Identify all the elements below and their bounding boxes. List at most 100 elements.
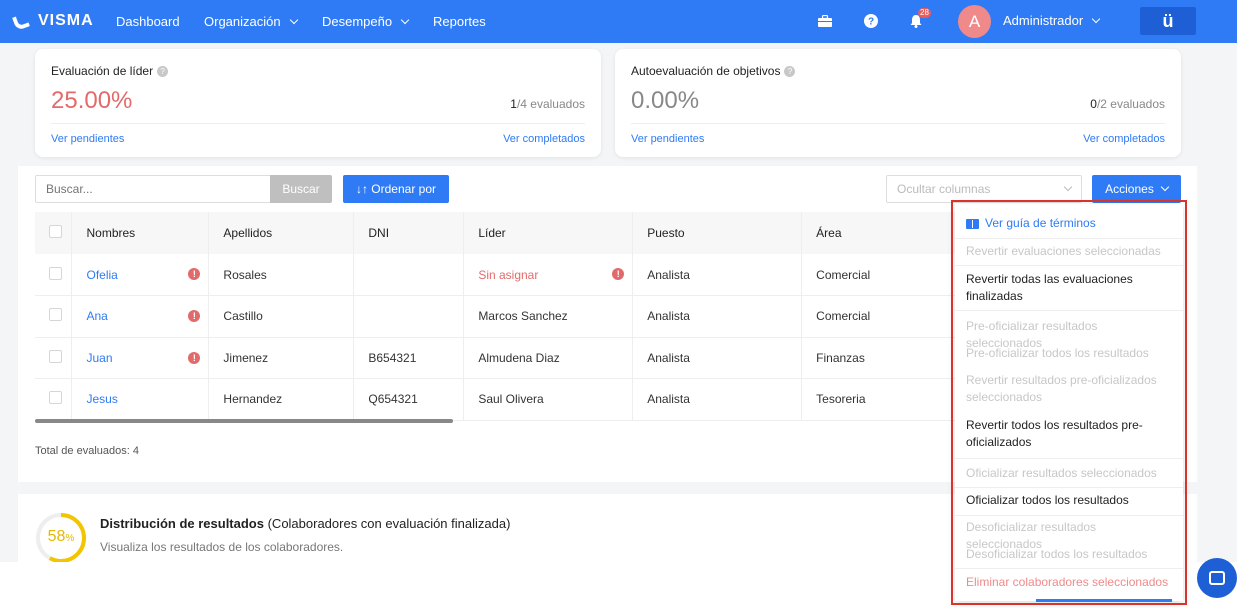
row-checkbox[interactable]	[49, 349, 62, 363]
surname-cell: Rosales	[208, 254, 355, 296]
name-link[interactable]: Jesus	[86, 392, 117, 406]
chevron-down-icon	[289, 15, 298, 24]
nav-reportes-label: Reportes	[433, 14, 486, 29]
column-header[interactable]: DNI	[353, 212, 465, 254]
row-checkbox[interactable]	[49, 391, 62, 405]
count-total: /2 evaluados	[1096, 97, 1165, 111]
warning-icon: !	[188, 268, 201, 280]
nav-organizacion-label: Organización	[204, 14, 281, 29]
dni-cell	[353, 254, 465, 296]
chevron-down-icon	[1063, 182, 1073, 192]
position-cell: Analista	[632, 254, 803, 296]
leader-name: Sin asignar	[478, 267, 539, 282]
visma-logo[interactable]: VISMA	[14, 12, 94, 30]
chevron-down-icon	[400, 15, 410, 24]
leader-cell: Marcos Sanchez	[463, 295, 634, 338]
actions-label: Acciones	[1105, 182, 1154, 196]
help-icon[interactable]: ?	[157, 65, 169, 77]
nav-dashboard[interactable]: Dashboard	[116, 14, 180, 29]
brand-button[interactable]: ü	[1140, 7, 1196, 35]
count-done: 0	[1090, 97, 1097, 111]
name-link[interactable]: Ana	[86, 309, 107, 323]
sort-button[interactable]: ↓↑ Ordenar por	[343, 175, 449, 203]
hide-columns-placeholder: Ocultar columnas	[897, 182, 991, 196]
dni-cell: Q654321	[353, 378, 465, 421]
progress-value: 58%	[35, 528, 87, 546]
position-cell: Analista	[632, 378, 803, 421]
warning-icon: !	[188, 351, 201, 364]
column-header[interactable]: Líder	[463, 212, 634, 254]
row-checkbox[interactable]	[49, 308, 62, 322]
highlight-outline	[951, 200, 1187, 605]
nav-organizacion[interactable]: Organización	[204, 14, 298, 29]
column-header[interactable]: Puesto	[632, 212, 803, 254]
leader-cell: Saul Olivera	[463, 378, 634, 421]
warning-icon: !	[612, 268, 625, 280]
distribution-title-rest: (Colaboradores con evaluación finalizada…	[263, 516, 511, 531]
leader-cell: Sin asignar!	[463, 254, 634, 296]
name-cell: Juan!	[71, 337, 210, 379]
row-select-cell[interactable]	[35, 295, 73, 338]
dni-cell: B654321	[353, 337, 465, 379]
row-checkbox[interactable]	[49, 266, 62, 280]
count-done: 1	[510, 97, 517, 111]
logo-text: VISMA	[38, 12, 94, 29]
leader-eval-card: Evaluación de líder? 25.00% 1/4 evaluado…	[35, 49, 601, 157]
user-menu[interactable]: Administrador	[1003, 13, 1101, 28]
visma-logo-mark-icon	[14, 15, 34, 27]
name-link[interactable]: Juan	[86, 351, 112, 365]
card-title: Evaluación de líder?	[51, 64, 169, 78]
position-cell: Analista	[632, 337, 803, 379]
progress-number: 58	[47, 528, 66, 545]
count-total: /4 evaluados	[516, 97, 585, 111]
distribution-title-bold: Distribución de resultados	[100, 516, 264, 531]
card-percentage: 0.00%	[631, 87, 700, 114]
help-icon[interactable]: ?	[784, 65, 796, 77]
surname-cell: Jimenez	[208, 337, 355, 379]
select-all-checkbox[interactable]	[49, 225, 62, 238]
nav-reportes[interactable]: Reportes	[433, 14, 486, 29]
name-cell: Ana!	[71, 295, 210, 338]
column-header[interactable]: Nombres	[71, 212, 210, 254]
nav-desempeno-label: Desempeño	[322, 14, 393, 29]
chat-button[interactable]	[1197, 558, 1237, 598]
distribution-title: Distribución de resultados (Colaboradore…	[100, 516, 510, 531]
actions-button[interactable]: Acciones	[1092, 175, 1181, 203]
view-completed-link[interactable]: Ver completados	[1083, 133, 1165, 145]
search-input[interactable]	[35, 175, 271, 203]
briefcase-icon[interactable]	[817, 13, 833, 29]
top-navbar: VISMA Dashboard Organización Desempeño R…	[0, 0, 1237, 43]
select-all-cell[interactable]	[35, 212, 73, 254]
divider	[51, 123, 585, 124]
surname-cell: Hernandez	[208, 378, 355, 421]
search-button[interactable]: Buscar	[270, 175, 332, 203]
row-select-cell[interactable]	[35, 337, 73, 379]
help-icon[interactable]: ?	[863, 13, 879, 29]
user-name: Administrador	[1003, 13, 1084, 28]
leader-cell: Almudena Diaz	[463, 337, 634, 379]
view-completed-link[interactable]: Ver completados	[503, 133, 585, 145]
surname-cell: Castillo	[208, 295, 355, 338]
row-select-cell[interactable]	[35, 254, 73, 296]
warning-icon: !	[188, 310, 201, 322]
self-eval-card: Autoevaluación de objetivos? 0.00% 0/2 e…	[615, 49, 1181, 157]
column-header[interactable]: Apellidos	[208, 212, 355, 254]
chevron-down-icon	[1160, 182, 1170, 192]
view-pending-link[interactable]: Ver pendientes	[631, 133, 704, 145]
row-select-cell[interactable]	[35, 378, 73, 421]
total-evaluees: Total de evaluados: 4	[35, 445, 139, 457]
name-link[interactable]: Ofelia	[86, 268, 117, 282]
chat-icon	[1209, 571, 1225, 585]
card-title: Autoevaluación de objetivos?	[631, 64, 796, 78]
card-title-text: Autoevaluación de objetivos	[631, 64, 781, 78]
position-cell: Analista	[632, 295, 803, 338]
hide-columns-select[interactable]: Ocultar columnas	[886, 175, 1082, 203]
divider	[631, 123, 1165, 124]
nav-desempeno[interactable]: Desempeño	[322, 14, 410, 29]
avatar[interactable]: A	[958, 5, 991, 38]
card-percentage: 25.00%	[51, 87, 133, 114]
horizontal-scrollbar[interactable]	[35, 419, 453, 423]
notification-badge: 28	[918, 8, 931, 18]
view-pending-link[interactable]: Ver pendientes	[51, 133, 124, 145]
chevron-down-icon	[1091, 14, 1101, 23]
